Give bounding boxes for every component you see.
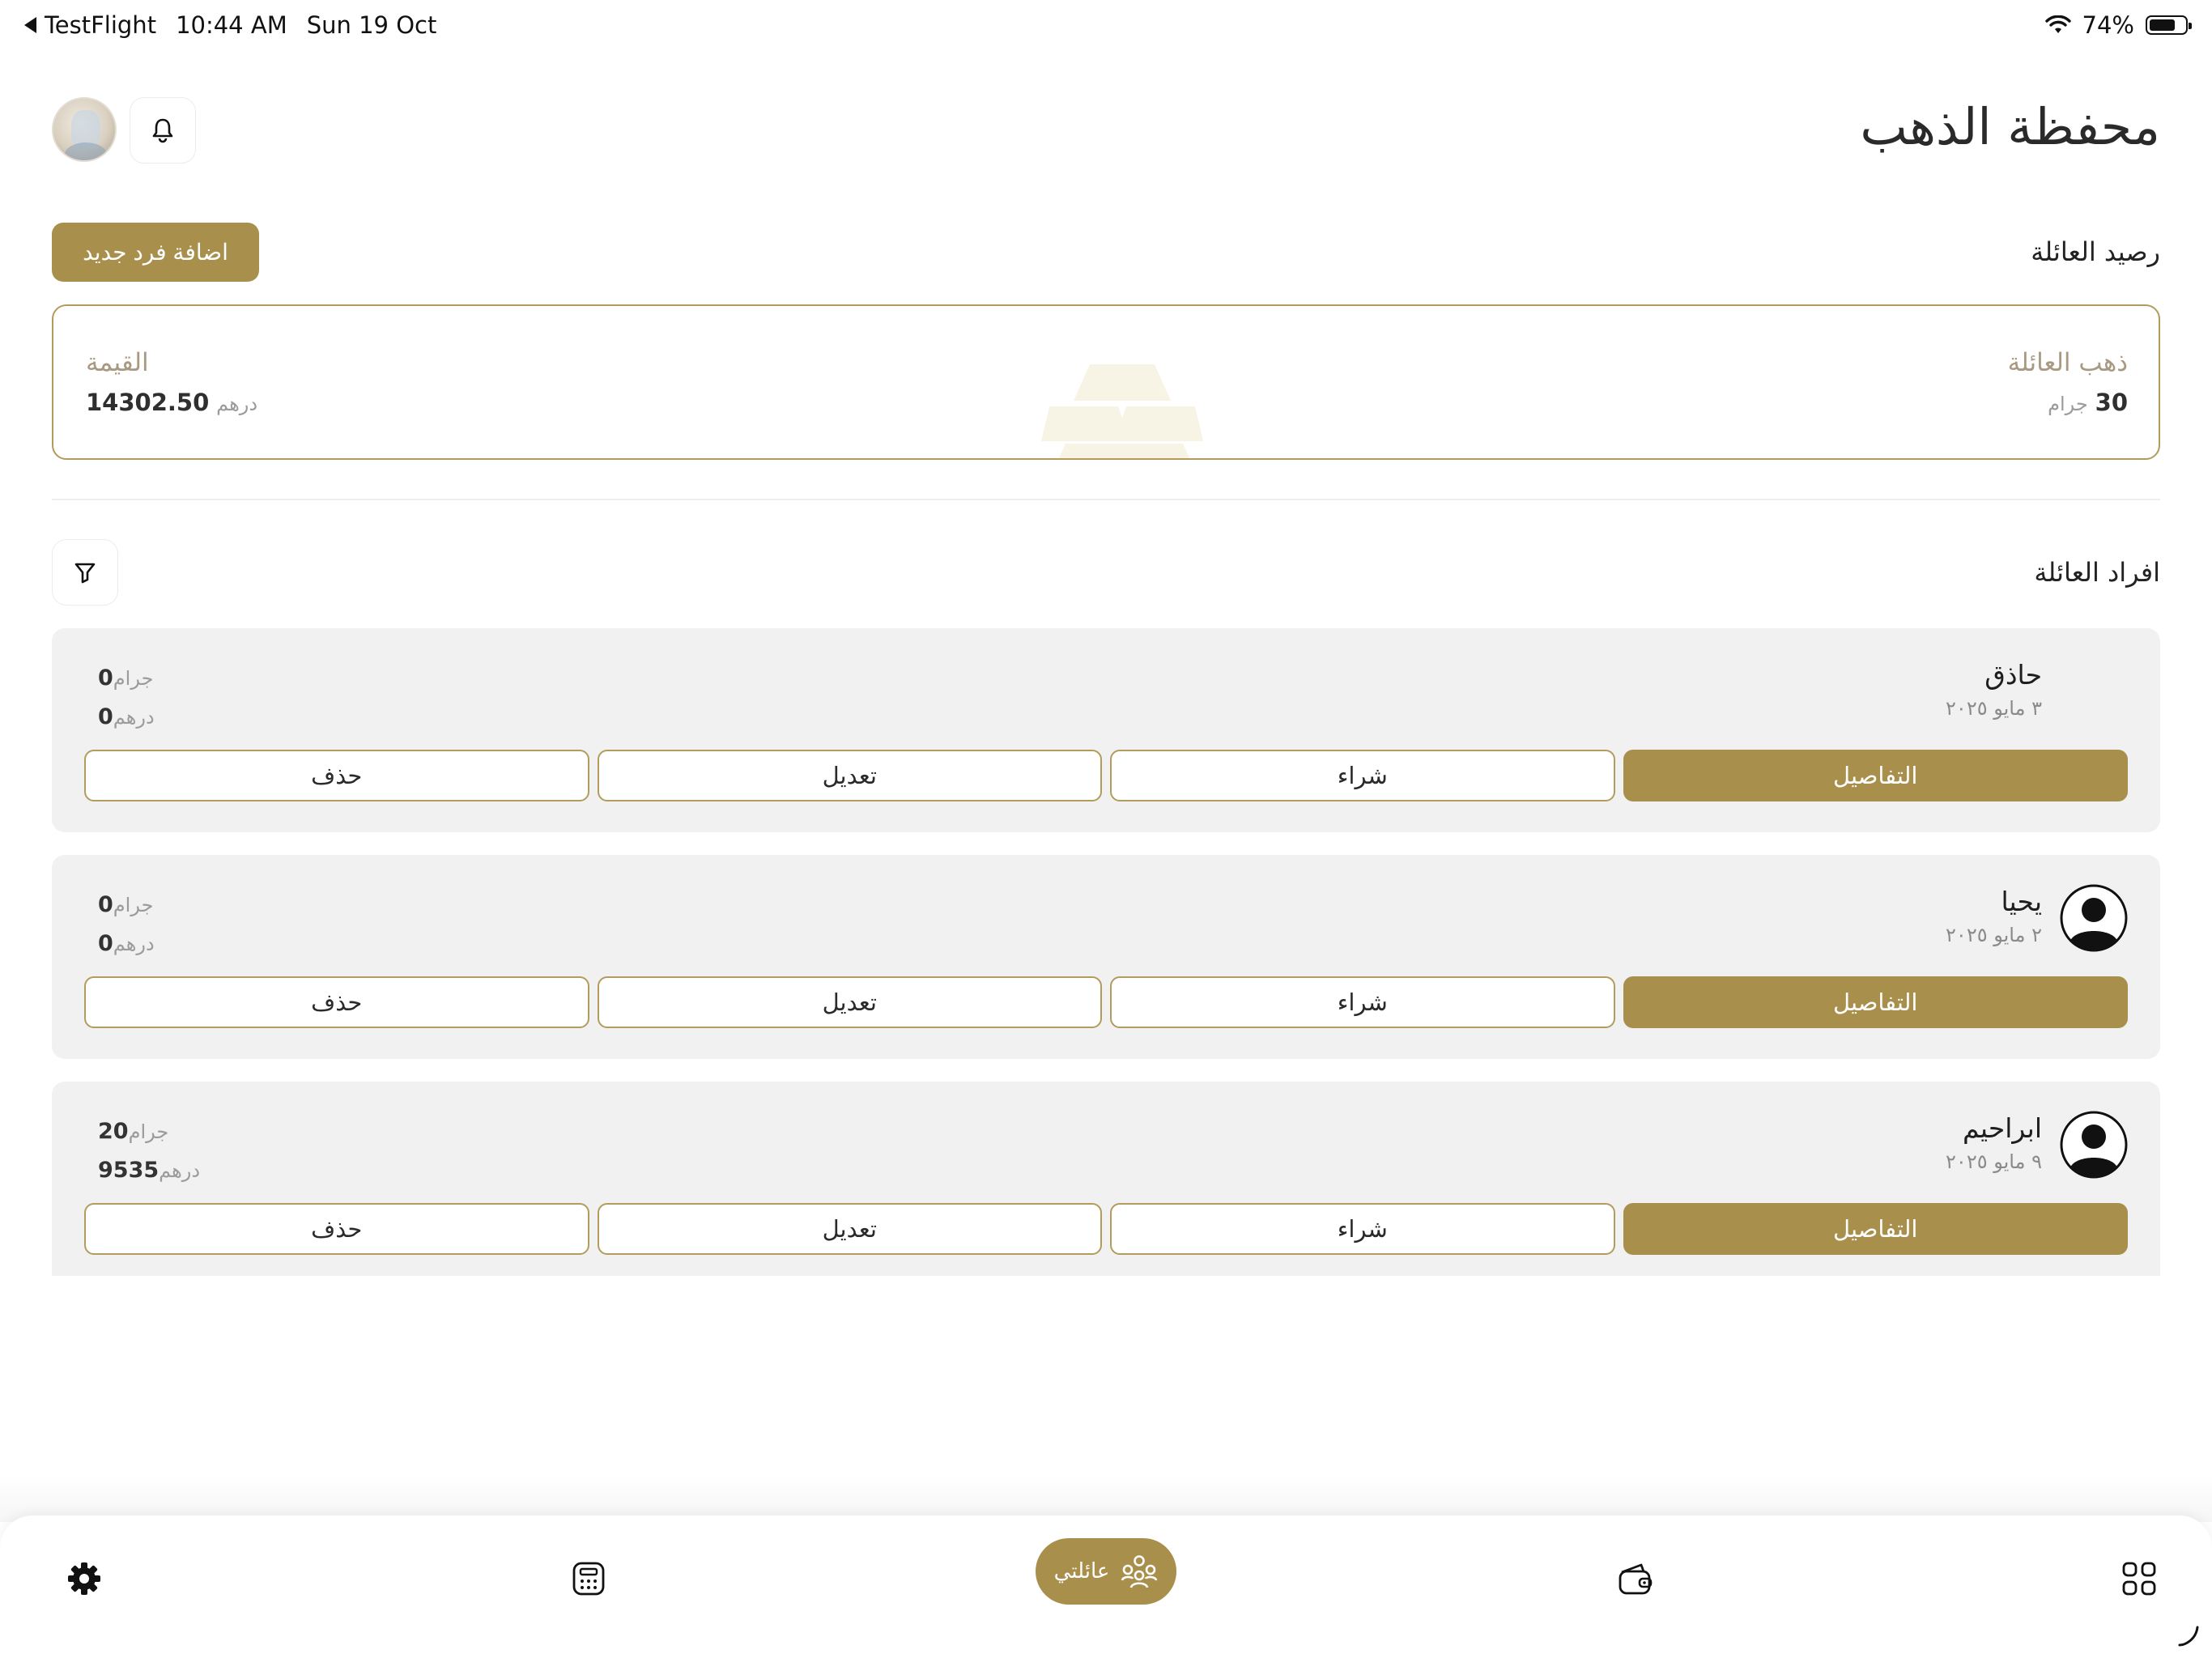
member-amount-unit: درهم: [113, 706, 155, 729]
settings-gear-icon: [68, 1562, 100, 1595]
member-card: ابراحيم ٩ مايو ٢٠٢٥ 20جرام 9535درهم حذف …: [52, 1082, 2160, 1276]
details-button[interactable]: التفاصيل: [1623, 1203, 2128, 1255]
buy-button[interactable]: شراء: [1110, 1203, 1615, 1255]
add-member-button[interactable]: اضافة فرد جديد: [52, 223, 259, 282]
wallet-icon: [1619, 1563, 1653, 1595]
family-members-title: افراد العائلة: [2034, 557, 2160, 588]
buy-button[interactable]: شراء: [1110, 976, 1615, 1028]
member-name: يحيا: [2001, 886, 2043, 917]
member-grams-unit: جرام: [128, 1120, 169, 1143]
family-value-unit: درهم: [216, 393, 258, 415]
member-date: ٢ مايو ٢٠٢٥: [1946, 924, 2042, 946]
delete-button[interactable]: حذف: [84, 976, 589, 1028]
bottom-nav: عائلتي: [0, 1516, 2212, 1658]
nav-family-active[interactable]: عائلتي: [1036, 1538, 1176, 1605]
member-amount-unit: درهم: [113, 933, 155, 955]
member-amount: 0: [98, 704, 113, 729]
family-icon: [1121, 1555, 1158, 1588]
back-arrow-icon: [24, 17, 36, 33]
filter-icon: [74, 563, 96, 584]
section-divider: [52, 499, 2160, 500]
bottom-nav-fade: [0, 1473, 2212, 1522]
nav-family-label: عائلتي: [1053, 1559, 1110, 1584]
buy-button[interactable]: شراء: [1110, 750, 1615, 801]
page-title: محفظة الذهب: [1860, 97, 2160, 156]
status-bar: TestFlight 10:44 AM Sun 19 Oct 74%: [0, 0, 2212, 52]
details-button[interactable]: التفاصيل: [1623, 750, 2128, 801]
battery-icon: [2146, 15, 2192, 35]
family-gold-label: ذهب العائلة: [2007, 348, 2128, 377]
details-button[interactable]: التفاصيل: [1623, 976, 2128, 1028]
nav-calculator[interactable]: [559, 1550, 618, 1608]
member-date: ٩ مايو ٢٠٢٥: [1946, 1150, 2042, 1173]
member-amount: 9535: [98, 1158, 160, 1183]
family-value-amount: 14302.50: [86, 389, 210, 416]
nav-grid[interactable]: [2110, 1550, 2168, 1608]
member-grams: 0: [98, 892, 113, 917]
bell-icon: [152, 118, 173, 143]
member-avatar-icon: [2060, 884, 2128, 952]
battery-percent: 74%: [2082, 11, 2134, 39]
family-balance-card: ذهب العائلة 30 جرام القيمة 14302.50 درهم: [52, 304, 2160, 460]
status-date: Sun 19 Oct: [306, 11, 437, 39]
member-card: يحيا ٢ مايو ٢٠٢٥ 0جرام 0درهم حذف تعديل ش…: [52, 855, 2160, 1059]
family-balance-title: رصيد العائلة: [2031, 236, 2160, 267]
member-amount: 0: [98, 931, 113, 956]
member-name: ابراحيم: [1962, 1112, 2042, 1144]
calculator-icon: [572, 1562, 605, 1596]
family-value-label: القيمة: [86, 348, 149, 377]
member-amount-unit: درهم: [159, 1159, 201, 1182]
member-date: ٣ مايو ٢٠٢٥: [1946, 697, 2042, 720]
family-gold-value: 30: [2095, 389, 2128, 416]
status-time: 10:44 AM: [176, 11, 287, 39]
filter-button[interactable]: [52, 539, 118, 606]
delete-button[interactable]: حذف: [84, 750, 589, 801]
edit-button[interactable]: تعديل: [597, 1203, 1102, 1255]
edit-button[interactable]: تعديل: [597, 976, 1102, 1028]
member-grams: 20: [98, 1119, 129, 1144]
family-gold-unit: جرام: [2048, 393, 2088, 415]
profile-avatar[interactable]: [52, 97, 117, 162]
wifi-icon: [2044, 15, 2071, 33]
grid-icon: [2122, 1562, 2156, 1596]
nav-wallet[interactable]: [1606, 1550, 1665, 1608]
delete-button[interactable]: حذف: [84, 1203, 589, 1255]
gold-bars-icon: [1041, 364, 1203, 458]
back-app-label: TestFlight: [45, 11, 157, 39]
member-grams: 0: [98, 665, 113, 691]
member-name: حاذق: [1984, 659, 2042, 691]
member-avatar-icon: [2060, 1111, 2128, 1179]
nav-settings[interactable]: [55, 1550, 113, 1608]
notifications-button[interactable]: [130, 97, 196, 164]
corner-indicator-icon: [2178, 1626, 2199, 1647]
edit-button[interactable]: تعديل: [597, 750, 1102, 801]
member-card: حاذق ٣ مايو ٢٠٢٥ 0جرام 0درهم حذف تعديل ش…: [52, 628, 2160, 832]
member-grams-unit: جرام: [113, 894, 154, 916]
member-grams-unit: جرام: [113, 667, 154, 690]
back-to-app-button[interactable]: TestFlight: [24, 11, 156, 39]
